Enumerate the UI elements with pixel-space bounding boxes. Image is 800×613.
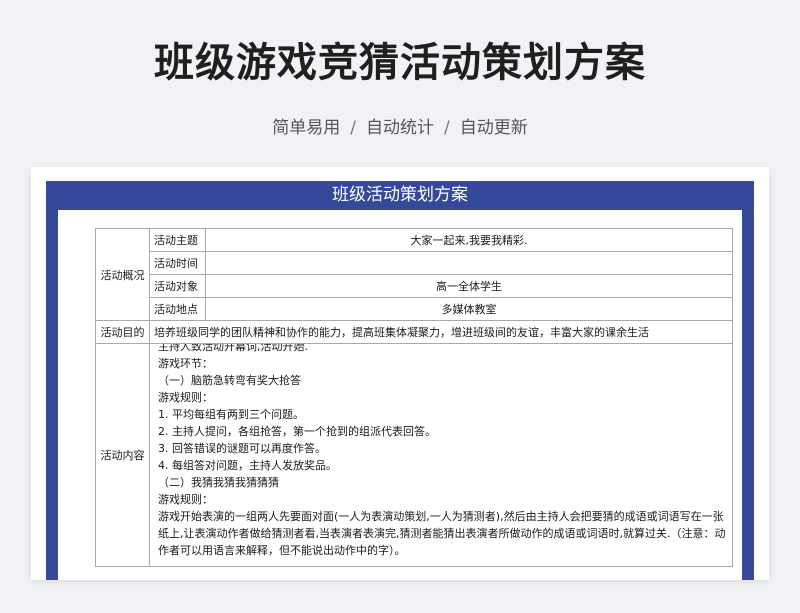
subtitle-part: 简单易用 <box>272 118 341 138</box>
table-row: 活动对象 高一全体学生 <box>96 274 733 298</box>
purpose-value: 培养班级同学的团队精神和协作的能力，提高班集体凝聚力，增进班级间的友谊，丰富大家… <box>149 320 733 344</box>
row-value: 多媒体教室 <box>205 297 733 321</box>
document-body: 活动概况 活动主题 大家一起来,我要我精彩. 活动时间 活动对象 高一全体学生 … <box>58 210 742 580</box>
content-text: 主持人致活动开幕词,活动开始. 游戏环节： （一）脑筋急转弯有奖大抢答 游戏规则… <box>158 344 726 559</box>
content-line: 1. 平均每组有两到三个问题。 <box>158 408 304 421</box>
row-value <box>205 251 733 275</box>
row-label: 活动主题 <box>149 228 206 252</box>
row-label: 活动地点 <box>149 297 206 321</box>
table-row: 活动概况 活动主题 大家一起来,我要我精彩. <box>95 228 733 321</box>
content-label: 活动内容 <box>95 343 150 567</box>
overview-label: 活动概况 <box>95 228 150 321</box>
content-line: 游戏规则： <box>158 391 213 404</box>
document-preview: 班级活动策划方案 活动概况 活动主题 大家一起来,我要我精彩. 活动时间 活动对… <box>31 167 769 580</box>
content-clip: 主持人致活动开幕词,活动开始. 游戏环节： （一）脑筋急转弯有奖大抢答 游戏规则… <box>154 344 728 566</box>
content-line: 3. 回答错误的谜题可以再度作答。 <box>158 442 326 455</box>
row-value: 高一全体学生 <box>205 274 733 298</box>
content-line: 主持人致活动开幕词,活动开始. <box>158 344 308 353</box>
content-paragraph: 游戏开始表演的一组两人先要面对面(一人为表演动策划,一人为猜测者),然后由主持人… <box>158 510 726 557</box>
content-cell: 主持人致活动开幕词,活动开始. 游戏环节： （一）脑筋急转弯有奖大抢答 游戏规则… <box>149 343 733 567</box>
content-line: 游戏规则： <box>158 493 213 506</box>
content-line: 2. 主持人提问，各组抢答，第一个抢到的组派代表回答。 <box>158 425 436 438</box>
row-value: 大家一起来,我要我精彩. <box>205 228 733 252</box>
table-row: 活动地点 多媒体教室 <box>96 297 733 321</box>
content-line: （二）我猜我猜我猜猜猜 <box>158 476 279 489</box>
document-border: 班级活动策划方案 活动概况 活动主题 大家一起来,我要我精彩. 活动时间 活动对… <box>46 181 754 580</box>
content-line: 4. 每组答对问题，主持人发放奖品。 <box>158 459 337 472</box>
table-row: 活动目的 培养班级同学的团队精神和协作的能力，提高班集体凝聚力，增进班级间的友谊… <box>95 320 733 344</box>
table-row: 活动时间 <box>96 251 733 275</box>
content-line: （一）脑筋急转弯有奖大抢答 <box>158 374 301 387</box>
subtitle-part: 自动统计 <box>366 118 434 138</box>
page-subtitle: 简单易用 / 自动统计 / 自动更新 <box>0 113 800 138</box>
subtitle-part: 自动更新 <box>459 118 528 138</box>
page: 班级游戏竞猜活动策划方案 简单易用 / 自动统计 / 自动更新 班级活动策划方案 活动概… <box>0 0 800 613</box>
plan-table: 活动概况 活动主题 大家一起来,我要我精彩. 活动时间 活动对象 高一全体学生 … <box>95 228 733 567</box>
subtitle-separator: / <box>444 118 450 138</box>
row-label: 活动时间 <box>149 251 206 275</box>
document-header: 班级活动策划方案 <box>332 185 468 205</box>
page-title: 班级游戏竞猜活动策划方案 <box>154 40 646 86</box>
purpose-label: 活动目的 <box>95 320 150 344</box>
subtitle-separator: / <box>350 118 356 138</box>
content-line: 游戏环节： <box>158 357 213 370</box>
table-row: 活动内容 主持人致活动开幕词,活动开始. 游戏环节： （一）脑筋急转弯有奖大抢答… <box>95 343 733 567</box>
row-label: 活动对象 <box>149 274 206 298</box>
